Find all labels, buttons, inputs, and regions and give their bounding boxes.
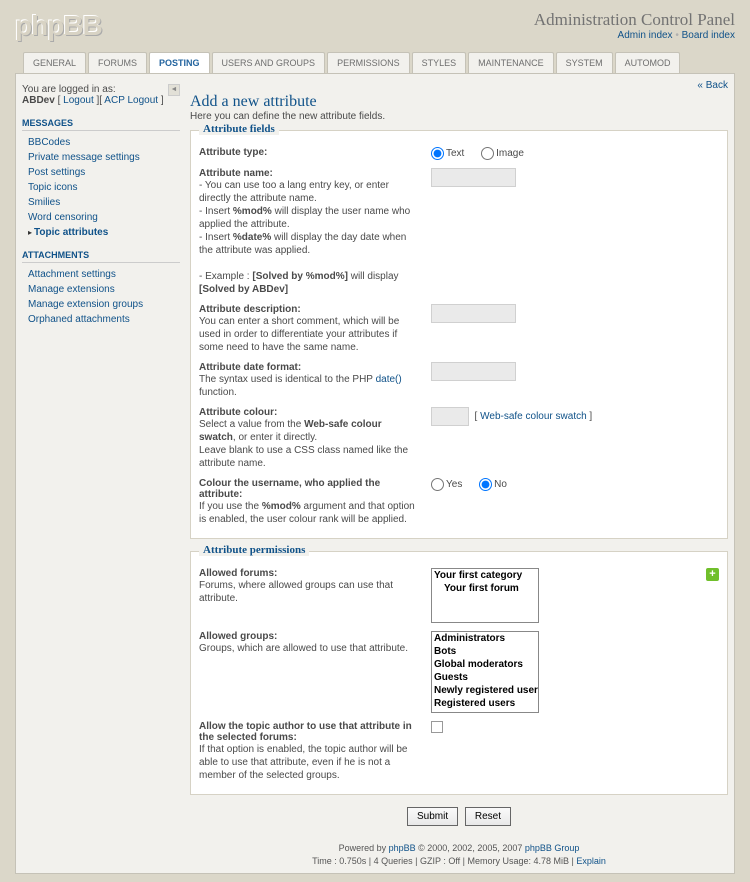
sidebar-item[interactable]: Manage extensions xyxy=(22,282,180,297)
type-text-radio[interactable]: Text xyxy=(431,148,464,159)
tab-maintenance[interactable]: MAINTENANCE xyxy=(468,52,554,73)
allowed-groups-listbox[interactable]: AdministratorsBotsGlobal moderatorsGuest… xyxy=(431,631,539,713)
sidebar-item[interactable]: Word censoring xyxy=(22,210,180,225)
user-colour-label: Colour the username, who applied the att… xyxy=(199,478,380,500)
tab-automod[interactable]: AUTOMOD xyxy=(615,52,681,73)
list-item[interactable]: Guests xyxy=(432,671,538,684)
user-colour-no-radio[interactable]: No xyxy=(479,479,507,490)
tab-users-and-groups[interactable]: USERS AND GROUPS xyxy=(212,52,326,73)
phpbb-group-link[interactable]: phpBB Group xyxy=(525,843,580,853)
sidebar-section-heading: MESSAGES xyxy=(22,118,180,131)
page-subtitle: Here you can define the new attribute fi… xyxy=(190,111,728,122)
attribute-name-label: Attribute name: xyxy=(199,168,273,179)
colour-swatch-link[interactable]: Web-safe colour swatch xyxy=(480,411,587,422)
login-info: You are logged in as: ABDev [ Logout ][ … xyxy=(22,84,180,106)
reset-button[interactable]: Reset xyxy=(465,807,511,826)
tab-styles[interactable]: STYLES xyxy=(412,52,467,73)
tab-general[interactable]: GENERAL xyxy=(23,52,86,73)
sidebar-toggle-icon[interactable]: ◄ xyxy=(168,84,180,96)
php-date-link[interactable]: date() xyxy=(376,374,402,385)
fieldset-legend: Attribute fields xyxy=(199,123,279,135)
phpbb-logo: phpBB xyxy=(15,10,102,42)
list-item[interactable]: Your first forum xyxy=(432,582,538,595)
list-item[interactable]: Bots xyxy=(432,645,538,658)
allowed-forums-listbox[interactable]: Your first categoryYour first forum xyxy=(431,568,539,623)
allow-author-label: Allow the topic author to use that attri… xyxy=(199,721,412,743)
phpbb-link[interactable]: phpBB xyxy=(389,843,416,853)
attribute-colour-label: Attribute colour: xyxy=(199,407,277,418)
attribute-date-label: Attribute date format: xyxy=(199,362,301,373)
logout-link[interactable]: Logout xyxy=(63,95,94,106)
attribute-desc-label: Attribute description: xyxy=(199,304,301,315)
allowed-forums-label: Allowed forums: xyxy=(199,568,277,579)
sidebar-item[interactable]: Post settings xyxy=(22,165,180,180)
sidebar-item[interactable]: Smilies xyxy=(22,195,180,210)
sidebar-item[interactable]: Topic icons xyxy=(22,180,180,195)
page-title: Add a new attribute xyxy=(190,93,728,111)
admin-index-link[interactable]: Admin index xyxy=(618,30,673,41)
list-item[interactable]: Your first category xyxy=(432,569,538,582)
footer: Powered by phpBB © 2000, 2002, 2005, 200… xyxy=(190,842,728,867)
main-tabs: GENERALFORUMSPOSTINGUSERS AND GROUPSPERM… xyxy=(15,52,735,73)
board-index-link[interactable]: Board index xyxy=(682,30,735,41)
allow-author-checkbox[interactable] xyxy=(431,721,443,733)
sidebar-item[interactable]: Orphaned attachments xyxy=(22,312,180,327)
list-item[interactable]: Newly registered users xyxy=(432,684,538,697)
tab-permissions[interactable]: PERMISSIONS xyxy=(327,52,410,73)
attribute-type-label: Attribute type: xyxy=(199,147,267,158)
sidebar-item[interactable]: ▸Topic attributes xyxy=(22,225,180,240)
list-item[interactable]: Global moderators xyxy=(432,658,538,671)
tab-posting[interactable]: POSTING xyxy=(149,52,210,73)
attribute-date-input[interactable] xyxy=(431,362,516,381)
sidebar-item[interactable]: Private message settings xyxy=(22,150,180,165)
acp-logout-link[interactable]: ACP Logout xyxy=(104,95,158,106)
back-link[interactable]: « Back xyxy=(697,80,728,91)
attribute-colour-input[interactable] xyxy=(431,407,469,426)
arrow-right-icon: ▸ xyxy=(28,228,32,237)
type-image-radio[interactable]: Image xyxy=(481,148,524,159)
acp-title: Administration Control Panel xyxy=(534,10,735,30)
user-colour-yes-radio[interactable]: Yes xyxy=(431,479,462,490)
fieldset-legend: Attribute permissions xyxy=(199,544,309,556)
sidebar-section-heading: ATTACHMENTS xyxy=(22,250,180,263)
sidebar-item[interactable]: Manage extension groups xyxy=(22,297,180,312)
tab-forums[interactable]: FORUMS xyxy=(88,52,147,73)
allowed-groups-label: Allowed groups: xyxy=(199,631,277,642)
explain-link[interactable]: Explain xyxy=(576,856,606,866)
sidebar-item[interactable]: BBCodes xyxy=(22,135,180,150)
attribute-desc-input[interactable] xyxy=(431,304,516,323)
submit-button[interactable]: Submit xyxy=(407,807,458,826)
sidebar-item[interactable]: Attachment settings xyxy=(22,267,180,282)
attribute-name-input[interactable] xyxy=(431,168,516,187)
add-forums-icon[interactable]: + xyxy=(706,568,719,581)
list-item[interactable]: Registered users xyxy=(432,697,538,710)
tab-system[interactable]: SYSTEM xyxy=(556,52,613,73)
